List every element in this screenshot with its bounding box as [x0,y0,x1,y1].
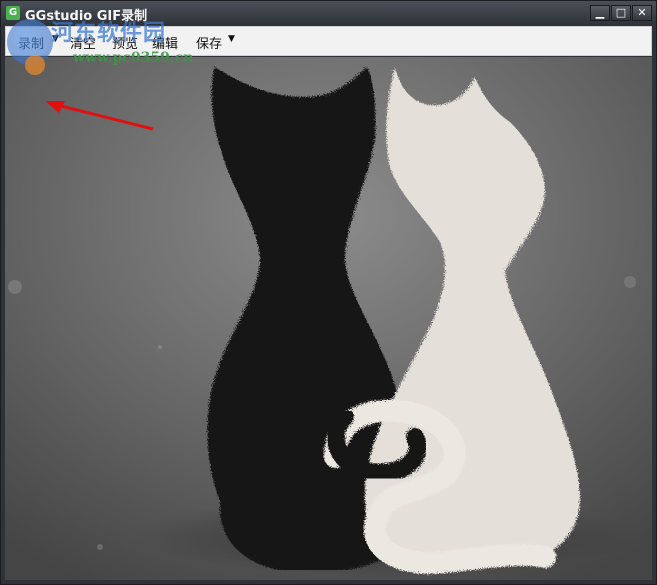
app-logo-icon: G [6,6,20,20]
watermark-title: 河东软件园 [51,20,167,46]
close-button[interactable]: ✕ [632,5,652,21]
red-arrow-icon [45,101,154,131]
close-icon: ✕ [637,6,647,19]
maximize-icon: □ [615,6,627,19]
recording-canvas[interactable] [5,57,652,580]
minimize-button[interactable]: ▁ [590,5,610,21]
minimize-icon: ▁ [595,6,605,19]
watermark-logo-icon [7,19,53,75]
watermark-logo-dot [25,55,45,75]
watermark-url: www.pc0359.cn [73,50,194,66]
menu-save[interactable]: 保存 [196,33,222,52]
save-dropdown-icon[interactable]: ▼ [228,34,235,44]
maximize-button[interactable]: □ [611,5,631,21]
cats-image [5,57,652,580]
app-window: G GGstudio GIF录制 ▁ □ ✕ 录制 ▼ 清空 预览 编辑 保存 … [0,0,657,585]
